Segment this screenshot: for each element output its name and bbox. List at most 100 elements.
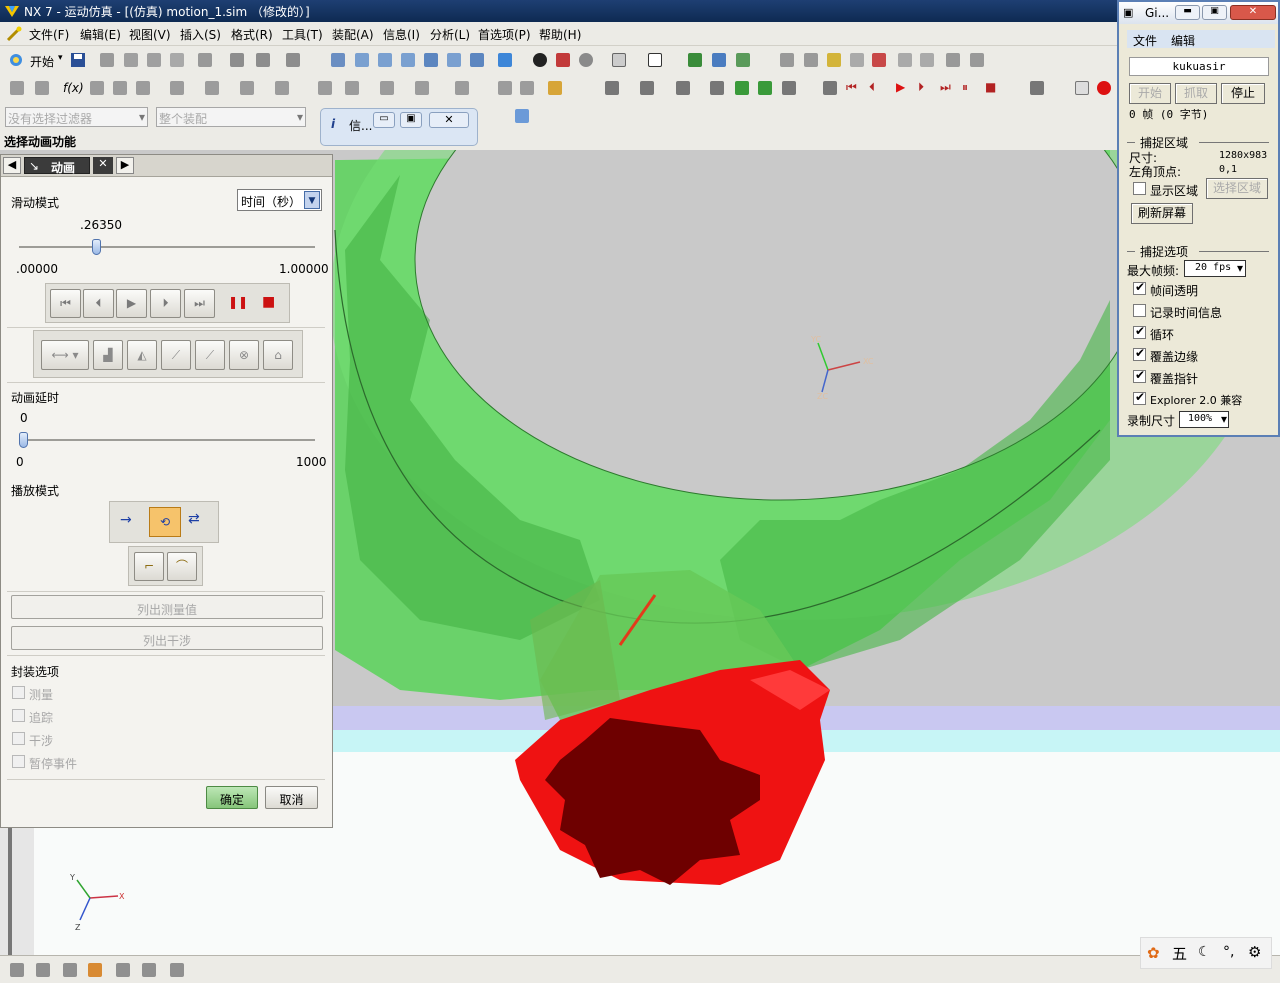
gear-pair-icon[interactable] xyxy=(170,81,184,95)
pointer-filter-icon[interactable] xyxy=(920,53,934,67)
punctuation-icon[interactable]: °, xyxy=(1223,944,1234,960)
gif-menu-file[interactable]: 文件 xyxy=(1133,32,1157,49)
graph-icon[interactable] xyxy=(548,81,562,95)
start-icon[interactable] xyxy=(8,52,24,68)
fast-forward-button[interactable]: ⏭ xyxy=(184,289,215,318)
pointer-icon[interactable] xyxy=(898,53,912,67)
status-tool-icon[interactable] xyxy=(10,963,24,977)
tab-animation[interactable]: ↘ 动画 xyxy=(24,157,90,175)
measure-tool-button[interactable]: ⟷ ▾ xyxy=(41,340,89,370)
anim-stop-icon[interactable] xyxy=(823,81,837,95)
step-forward-button[interactable]: ⏵ xyxy=(150,289,181,318)
flag-icon[interactable] xyxy=(1030,81,1044,95)
articulation-icon[interactable] xyxy=(640,81,654,95)
cover-edge-checkbox[interactable] xyxy=(1133,346,1146,361)
design-position-button[interactable]: ⌂ xyxy=(263,340,293,370)
list-measurements-button[interactable]: 列出测量值 xyxy=(11,595,323,619)
select-icon[interactable] xyxy=(827,53,841,67)
rewind-to-start-button[interactable]: ⏮ xyxy=(50,289,81,318)
chevron-down-icon[interactable]: ▾ xyxy=(58,53,63,63)
edit-icon[interactable] xyxy=(498,81,512,95)
interference-tool-button[interactable]: ◭ xyxy=(127,340,157,370)
input-mode-label[interactable]: 五 xyxy=(1172,943,1187,964)
record-icon[interactable] xyxy=(710,81,724,95)
frame-transparency-checkbox[interactable] xyxy=(1133,280,1146,295)
step-back-icon[interactable] xyxy=(735,81,749,95)
selection-filter-dropdown[interactable]: 没有选择过滤器 ▾ xyxy=(5,107,148,127)
reset-icon[interactable] xyxy=(782,81,796,95)
motion-body-icon[interactable] xyxy=(35,81,49,95)
status-dropdown-icon[interactable] xyxy=(170,963,184,977)
pause-button[interactable]: ❚❚ xyxy=(228,295,248,309)
last-frame-icon[interactable]: ⏭ xyxy=(940,80,951,95)
move-icon[interactable] xyxy=(520,81,534,95)
animation-icon[interactable] xyxy=(605,81,619,95)
wcs-icon[interactable] xyxy=(688,53,702,67)
gif-start-button[interactable]: 开始 xyxy=(1129,83,1171,104)
select-edge-icon[interactable] xyxy=(872,53,886,67)
maximize-button[interactable]: ▣ xyxy=(400,112,422,128)
paw-icon[interactable]: ✿ xyxy=(1147,944,1160,962)
next-frame-icon[interactable]: ⏵ xyxy=(918,80,924,95)
menu-format[interactable]: 格式(R) xyxy=(231,26,273,43)
tracer-icon[interactable] xyxy=(415,81,429,95)
lock-tool-button[interactable]: ⊗ xyxy=(229,340,259,370)
status-filter-icon[interactable] xyxy=(116,963,130,977)
path-back-button[interactable]: ⌒ xyxy=(167,552,197,581)
tab-prev-button[interactable]: ◀ xyxy=(3,157,21,174)
marker-icon[interactable] xyxy=(240,81,254,95)
status-assembly-icon[interactable] xyxy=(63,963,77,977)
play-icon[interactable]: ▶ xyxy=(896,80,905,94)
cut-icon[interactable] xyxy=(100,53,114,67)
close-button[interactable]: ✕ xyxy=(429,112,469,128)
function-icon[interactable]: f(x) xyxy=(63,81,84,95)
show-area-checkbox[interactable] xyxy=(1133,182,1146,195)
measure-angle-icon[interactable] xyxy=(970,53,984,67)
section-icon[interactable] xyxy=(556,53,570,67)
delay-slider-thumb[interactable] xyxy=(19,432,28,448)
format-icon[interactable] xyxy=(230,53,244,67)
menu-view[interactable]: 视图(V) xyxy=(129,26,171,43)
close-icon[interactable]: ✕ xyxy=(93,157,113,174)
status-grid-icon[interactable] xyxy=(142,963,156,977)
first-frame-icon[interactable]: ⏮ xyxy=(846,80,857,95)
sphere-icon[interactable] xyxy=(579,53,593,67)
motion-tool-icon[interactable] xyxy=(10,81,24,95)
time-slider-track[interactable] xyxy=(19,246,315,248)
joint-icon[interactable] xyxy=(113,81,127,95)
pan-icon[interactable] xyxy=(447,53,461,67)
ping-pong-icon[interactable]: ⇄ xyxy=(188,511,200,527)
minimize-button[interactable]: ▭ xyxy=(373,112,395,128)
maximize-button[interactable]: ▣ xyxy=(1202,5,1227,20)
time-unit-select[interactable]: 时间（秒） ▼ xyxy=(237,189,322,211)
stop-button[interactable]: ■ xyxy=(262,294,275,310)
gif-capture-button[interactable]: 抓取 xyxy=(1175,83,1217,104)
status-wrench-icon[interactable] xyxy=(36,963,50,977)
close-button[interactable]: ✕ xyxy=(1230,5,1276,20)
select-area-button[interactable]: 选择区域 xyxy=(1206,178,1268,199)
selection-cube-icon[interactable] xyxy=(515,109,529,123)
status-snap-icon[interactable] xyxy=(88,963,102,977)
menu-analysis[interactable]: 分析(L) xyxy=(430,26,470,43)
connector-icon[interactable] xyxy=(136,81,150,95)
explorer-compat-checkbox[interactable] xyxy=(1133,390,1146,405)
stop-sim-icon[interactable] xyxy=(676,81,690,95)
paste-icon[interactable] xyxy=(147,53,161,67)
menu-tools[interactable]: 工具(T) xyxy=(282,26,323,43)
copy-icon[interactable] xyxy=(124,53,138,67)
step-forward-icon[interactable] xyxy=(758,81,772,95)
link-icon[interactable] xyxy=(90,81,104,95)
menu-insert[interactable]: 插入(S) xyxy=(180,26,221,43)
record-time-checkbox[interactable] xyxy=(1133,304,1146,317)
layer-icon[interactable] xyxy=(612,53,626,67)
tab-next-button[interactable]: ▶ xyxy=(116,157,134,174)
stop-icon[interactable]: ■ xyxy=(985,80,996,94)
zoom-window-icon[interactable] xyxy=(378,53,392,67)
max-fps-select[interactable]: 20 fps ▾ xyxy=(1184,260,1246,277)
snap-icon[interactable] xyxy=(780,53,794,67)
delete-icon[interactable] xyxy=(170,53,184,67)
spring-icon[interactable] xyxy=(205,81,219,95)
repeat-icon[interactable] xyxy=(256,53,270,67)
cancel-button[interactable]: 取消 xyxy=(265,786,318,809)
cover-pointer-checkbox[interactable] xyxy=(1133,368,1146,383)
